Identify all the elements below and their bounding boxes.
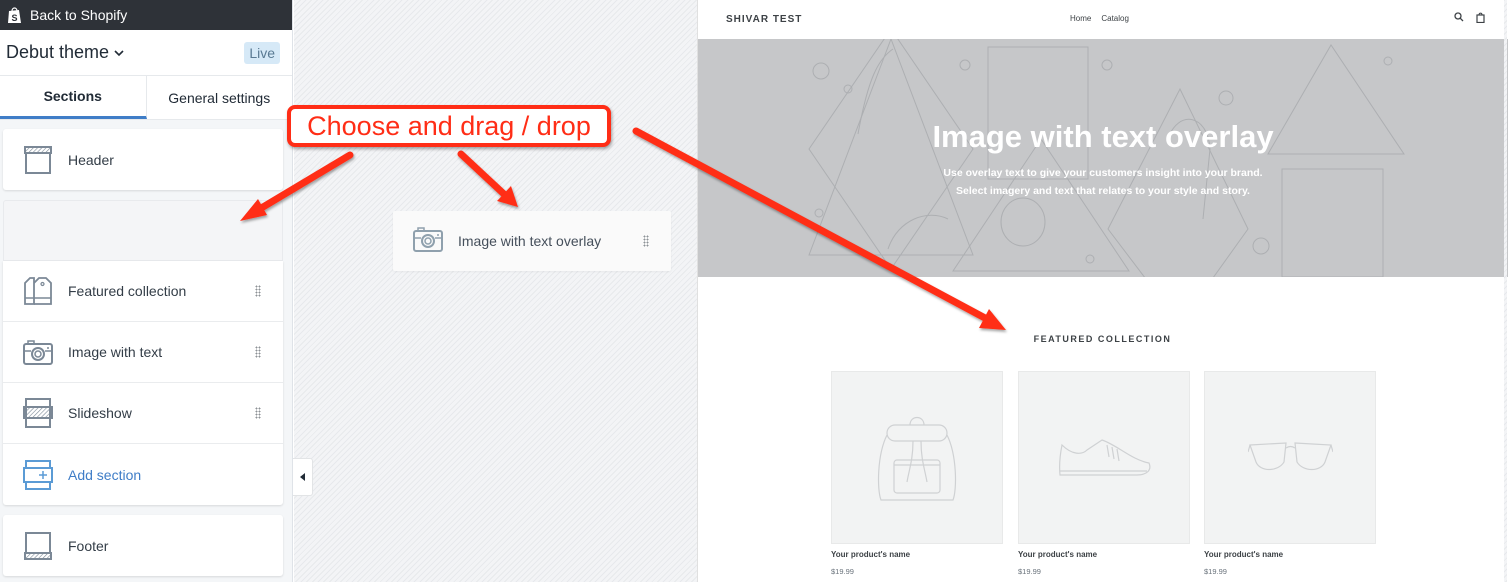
product-name: Your product's name (831, 550, 911, 559)
section-item-header[interactable]: Header (3, 129, 283, 190)
product-card[interactable]: Your product's name $19.99 (831, 371, 1003, 576)
product-price: $19.99 (1204, 567, 1227, 576)
theme-editor-sidebar: S Back to Shopify Debut theme Live Secti… (0, 0, 293, 582)
store-nav: Home Catalog (1070, 14, 1129, 23)
section-label: Header (68, 151, 114, 168)
store-preview: SHIVAR TEST Home Catalog Image with text… (697, 0, 1508, 582)
drag-handle-icon[interactable] (643, 235, 649, 247)
section-item-footer[interactable]: Footer (3, 515, 283, 576)
collapse-sidebar-button[interactable] (293, 458, 313, 496)
backpack-placeholder-image (831, 371, 1003, 544)
back-to-shopify-label: Back to Shopify (30, 7, 128, 23)
section-label: Featured collection (68, 283, 187, 299)
drag-handle-icon[interactable] (255, 285, 261, 297)
footer-section-card: Footer (3, 515, 283, 576)
section-label: Footer (68, 537, 109, 554)
product-price: $19.99 (1018, 567, 1041, 576)
product-card[interactable]: Your product's name $19.99 (1018, 371, 1190, 576)
product-name: Your product's name (1018, 550, 1098, 559)
section-label: Slideshow (68, 405, 132, 421)
featured-collection-title: FEATURED COLLECTION (1033, 334, 1172, 344)
hero-line-art-illustration (808, 39, 1405, 277)
add-section-icon (22, 459, 54, 491)
dragging-section-item[interactable]: Image with text overlay (393, 211, 671, 271)
tab-sections[interactable]: Sections (0, 76, 147, 119)
hero-image-with-text-overlay[interactable]: Image with text overlay Use overlay text… (698, 39, 1508, 277)
product-name: Your product's name (1204, 550, 1284, 559)
drop-placeholder-slot[interactable] (3, 200, 283, 261)
hero-subtitle-line-2: Select imagery and text that relates to … (956, 185, 1250, 197)
drag-handle-icon[interactable] (255, 346, 261, 358)
preview-scrollbar[interactable] (1504, 0, 1507, 582)
drag-handle-icon[interactable] (255, 407, 261, 419)
tab-general-settings[interactable]: General settings (147, 76, 293, 119)
sneaker-placeholder-image (1018, 371, 1190, 544)
chevron-down-icon (114, 49, 124, 56)
shopify-bag-icon: S (8, 6, 21, 23)
header-layout-icon (22, 144, 54, 176)
section-item-featured-collection[interactable]: Featured collection (3, 261, 283, 322)
hero-subtitle-line-1: Use overlay text to give your customers … (943, 167, 1263, 179)
search-icon[interactable] (1454, 12, 1464, 22)
theme-name: Debut theme (6, 42, 110, 62)
camera-icon (22, 336, 54, 368)
header-section-card: Header (3, 129, 283, 190)
add-section-button[interactable]: Add section (3, 444, 283, 505)
hero-title: Image with text overlay (932, 119, 1274, 154)
store-header: SHIVAR TEST Home Catalog (698, 0, 1507, 39)
footer-layout-icon (22, 530, 54, 562)
svg-text:S: S (12, 13, 18, 23)
nav-link-catalog[interactable]: Catalog (1101, 14, 1129, 23)
product-price: $19.99 (831, 567, 854, 576)
theme-selector-row: Debut theme Live (0, 30, 292, 76)
cart-bag-icon[interactable] (1476, 12, 1485, 23)
store-logo-text[interactable]: SHIVAR TEST (726, 14, 802, 25)
section-item-slideshow[interactable]: Slideshow (3, 383, 283, 444)
theme-dropdown[interactable]: Debut theme (6, 42, 125, 63)
glasses-placeholder-image (1204, 371, 1376, 544)
nav-link-home[interactable]: Home (1070, 14, 1091, 23)
back-to-shopify-link[interactable]: S Back to Shopify (0, 0, 292, 30)
section-label: Image with text (68, 344, 163, 360)
sections-list-card: Featured collection Image with text Slid… (3, 261, 283, 505)
store-header-icons (1454, 12, 1485, 23)
annotation-callout: Choose and drag / drop (287, 105, 611, 147)
product-card[interactable]: Your product's name $19.99 (1204, 371, 1376, 576)
live-status-badge: Live (244, 41, 280, 64)
add-section-label: Add section (68, 466, 142, 483)
section-item-image-with-text[interactable]: Image with text (3, 322, 283, 383)
hero-subtitle: Use overlay text to give your customers … (698, 164, 1508, 200)
collection-tags-icon (22, 275, 54, 307)
drag-area-background (294, 0, 697, 582)
sidebar-tabs: Sections General settings (0, 76, 292, 120)
caret-left-icon (300, 473, 305, 481)
dragging-item-label: Image with text overlay (458, 233, 602, 249)
slideshow-layout-icon (22, 397, 54, 429)
camera-icon (412, 225, 444, 257)
